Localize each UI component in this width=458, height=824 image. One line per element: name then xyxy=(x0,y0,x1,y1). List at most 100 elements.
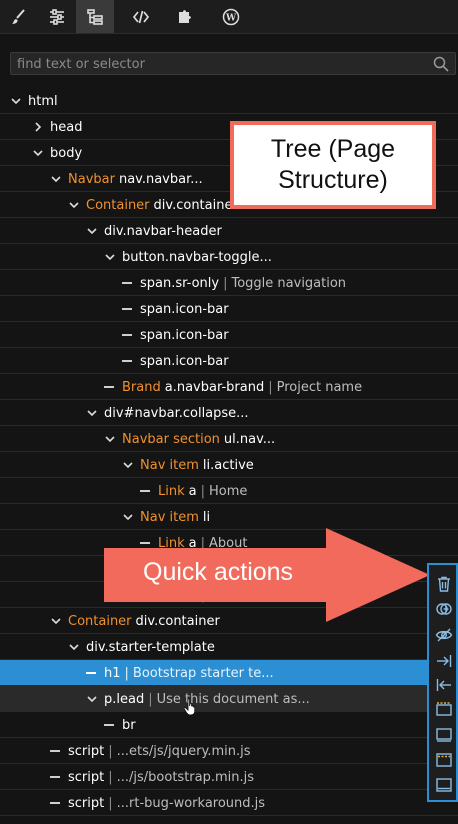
tree-row[interactable]: div.starter-template xyxy=(0,634,458,660)
hand-cursor-icon xyxy=(183,698,196,716)
chevron-down-icon[interactable] xyxy=(122,459,134,471)
tree-row[interactable]: Nav item li.active xyxy=(0,452,458,478)
node-selector: li xyxy=(202,509,211,525)
chevron-down-icon[interactable] xyxy=(68,199,80,211)
node-selector: div.container xyxy=(153,197,238,213)
tree-node-content: span.sr-only | Toggle navigation xyxy=(122,270,346,296)
panel-toolbar: W xyxy=(0,0,458,34)
insert-above-button[interactable] xyxy=(435,700,453,718)
node-separator: | xyxy=(108,743,113,759)
tab-settings[interactable] xyxy=(38,0,76,33)
tree-row[interactable]: div#navbar.collapse... xyxy=(0,400,458,426)
tree-node-content: script | ...rt-bug-workaround.js xyxy=(50,790,265,816)
chevron-down-icon[interactable] xyxy=(50,615,62,627)
node-selector: body xyxy=(50,145,83,161)
hide-button[interactable] xyxy=(435,626,453,644)
tree-row[interactable]: p.lead | Use this document as... xyxy=(0,686,458,712)
tree-node-content: span.icon-bar xyxy=(122,348,229,374)
tab-plugins[interactable] xyxy=(166,0,204,33)
tree-node-content: script | .../js/bootstrap.min.js xyxy=(50,764,254,790)
hide-icon xyxy=(435,628,453,642)
search-input[interactable] xyxy=(15,54,429,75)
tree-row[interactable]: script | ...rt-bug-workaround.js xyxy=(0,790,458,816)
wrap-bottom-button[interactable] xyxy=(435,776,453,794)
leaf-dash-icon xyxy=(104,724,114,726)
chevron-down-icon[interactable] xyxy=(10,95,22,107)
tab-wordpress[interactable]: W xyxy=(212,0,250,33)
delete-button[interactable] xyxy=(435,575,453,593)
wrap-top-icon xyxy=(436,753,452,767)
node-text-preview: Bootstrap starter te... xyxy=(132,665,274,681)
indent-icon xyxy=(437,655,452,667)
node-selector: nav.navbar... xyxy=(118,171,203,187)
tree-row[interactable]: span.icon-bar xyxy=(0,348,458,374)
tree-row[interactable]: div.navbar-header xyxy=(0,218,458,244)
node-separator: | xyxy=(124,665,129,681)
tree-node-content: span.icon-bar xyxy=(122,296,229,322)
node-selector: h1 xyxy=(104,665,121,681)
wrap-bottom-icon xyxy=(436,778,452,792)
callout-tree-label: Tree (Page Structure) xyxy=(230,121,436,209)
tree-row[interactable]: br xyxy=(0,712,458,738)
leaf-dash-icon xyxy=(122,282,132,284)
chevron-down-icon[interactable] xyxy=(32,147,44,159)
tree-node-content: Nav itemli xyxy=(122,504,210,530)
tree-node-content: Container div.container xyxy=(68,192,238,218)
tree-node-content: html xyxy=(10,88,58,114)
tree-row[interactable]: button.navbar-toggle... xyxy=(0,244,458,270)
tree-node-content: button.navbar-toggle... xyxy=(104,244,272,270)
node-component-label: Link xyxy=(158,483,185,499)
tree-node-content: div.navbar-header xyxy=(86,218,222,244)
tree-node-content: br xyxy=(104,712,136,738)
node-text-preview: Use this document as... xyxy=(156,691,310,707)
chevron-down-icon[interactable] xyxy=(104,251,116,263)
tab-tree[interactable] xyxy=(76,0,114,33)
indent-button[interactable] xyxy=(435,652,453,670)
tree-row[interactable]: Nav itemli xyxy=(0,504,458,530)
chevron-down-icon[interactable] xyxy=(50,173,62,185)
callout-actions-label: Quick actions xyxy=(143,558,294,586)
chevron-down-icon[interactable] xyxy=(68,641,80,653)
tree-row[interactable]: Brand a.navbar-brand | Project name xyxy=(0,374,458,400)
chevron-down-icon[interactable] xyxy=(104,433,116,445)
tree-row[interactable]: h1 | Bootstrap starter te... xyxy=(0,660,458,686)
node-separator: | xyxy=(223,275,228,291)
duplicate-button[interactable] xyxy=(435,600,453,618)
chevron-down-icon[interactable] xyxy=(86,225,98,237)
leaf-dash-icon xyxy=(50,802,60,804)
chevron-down-icon[interactable] xyxy=(122,511,134,523)
tree-node-content: h1 | Bootstrap starter te... xyxy=(86,660,274,686)
leaf-dash-icon xyxy=(140,490,150,492)
tree-row[interactable]: span.icon-bar xyxy=(0,322,458,348)
tree-row[interactable]: html xyxy=(0,88,458,114)
outdent-icon xyxy=(436,679,451,691)
node-text-preview: Toggle navigation xyxy=(231,275,347,291)
node-separator: | xyxy=(108,769,113,785)
chevron-down-icon[interactable] xyxy=(86,407,98,419)
wrap-top-button[interactable] xyxy=(435,751,453,769)
node-component-label: Nav item xyxy=(140,457,199,473)
insert-below-button[interactable] xyxy=(435,726,453,744)
node-component-label: Nav item xyxy=(140,509,199,525)
tree-row[interactable]: Navbar section ul.nav... xyxy=(0,426,458,452)
outdent-button[interactable] xyxy=(435,676,453,694)
node-selector: div.navbar-header xyxy=(104,223,222,239)
tree-row[interactable]: span.sr-only | Toggle navigation xyxy=(0,270,458,296)
callout-line-1: Tree (Page xyxy=(270,135,396,163)
tree-row[interactable]: script | .../js/bootstrap.min.js xyxy=(0,764,458,790)
chevron-down-icon[interactable] xyxy=(86,693,98,705)
tree-row[interactable]: Link a | Home xyxy=(0,478,458,504)
node-selector: span.icon-bar xyxy=(140,353,229,369)
tab-code[interactable] xyxy=(122,0,160,33)
tree-node-content: script | ...ets/js/jquery.min.js xyxy=(50,738,250,764)
node-component-label: Navbar xyxy=(68,171,115,187)
tree-row[interactable]: span.icon-bar xyxy=(0,296,458,322)
code-icon xyxy=(132,10,150,23)
wordpress-icon: W xyxy=(222,8,240,25)
tree-row[interactable]: script | ...ets/js/jquery.min.js xyxy=(0,738,458,764)
tree-icon xyxy=(87,8,103,25)
node-text-preview: ...rt-bug-workaround.js xyxy=(116,795,266,811)
tab-style[interactable] xyxy=(0,0,38,33)
chevron-right-icon[interactable] xyxy=(32,121,44,133)
search-icon[interactable] xyxy=(433,56,449,72)
